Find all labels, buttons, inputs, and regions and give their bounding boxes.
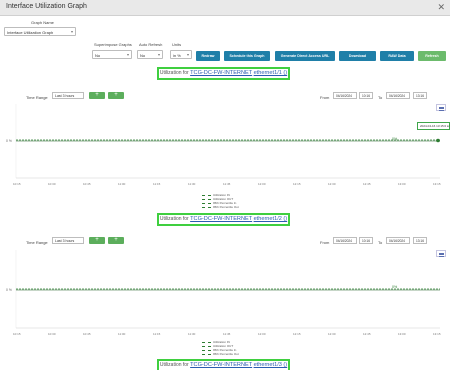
autorefresh-label: Auto Refresh	[139, 42, 163, 47]
chevron-down-icon: ▾	[126, 52, 129, 57]
x-tick-label: 10:15	[13, 182, 21, 186]
graph-title-1: Utilization for TCG-DC-FW-INTERNET ether…	[157, 67, 290, 80]
chevron-down-icon: ▾	[157, 52, 160, 57]
autorefresh-select[interactable]: No ▾	[137, 50, 163, 59]
device-link[interactable]: TCG-DC-FW-INTERNET	[190, 70, 252, 76]
legend-item[interactable]: 95th Percentile Out	[202, 205, 239, 209]
time-range-label: Time Range	[26, 240, 48, 245]
redraw-button[interactable]: Redraw	[196, 51, 220, 61]
to-time-input[interactable]: 13:16	[413, 92, 427, 99]
x-tick-label: 13:15	[433, 332, 441, 336]
x-tick-label: 10:45	[83, 332, 91, 336]
to-date-input[interactable]: 04/16/2024	[386, 237, 410, 244]
x-tick-label: 10:30	[48, 182, 56, 186]
x-tick-label: 10:30	[48, 332, 56, 336]
to-label: To	[378, 240, 383, 245]
utilization-chart-1: 0 % 0% 10:15 10:30 10:45 11:00 11:15 11:30 11:…	[6, 104, 441, 186]
interface-link[interactable]: ethernet1/3 ()	[254, 362, 288, 368]
x-tick-label: 11:45	[223, 332, 231, 336]
x-tick-label: 10:45	[83, 182, 91, 186]
y-axis-label: 0 %	[6, 288, 12, 292]
data-point	[436, 138, 440, 143]
chevron-down-icon: ▾	[186, 52, 189, 57]
superimpose-select[interactable]: No ▾	[92, 50, 132, 59]
x-tick-label: 12:15	[293, 182, 301, 186]
legend-item[interactable]: 95th Percentile Out	[202, 352, 239, 356]
x-tick-label: 12:45	[363, 332, 371, 336]
x-tick-label: 13:00	[398, 332, 406, 336]
device-link[interactable]: TCG-DC-FW-INTERNET	[190, 362, 252, 368]
zoom-in-button[interactable]: +	[89, 92, 105, 99]
end-value-label: 0%	[392, 285, 398, 289]
refresh-button[interactable]: Refresh	[418, 51, 446, 61]
direct-url-button[interactable]: Generate Direct Access URL	[275, 51, 335, 61]
graph-name-select[interactable]: Interface Utilization Graph ▾	[4, 27, 76, 36]
units-label: Units	[172, 42, 182, 47]
x-tick-label: 12:30	[328, 182, 336, 186]
x-tick-label: 12:45	[363, 182, 371, 186]
to-date-input[interactable]: 04/16/2024	[386, 92, 410, 99]
x-tick-label: 12:15	[293, 332, 301, 336]
chevron-down-icon: ▾	[70, 29, 73, 34]
interface-link[interactable]: ethernet1/1 ()	[254, 70, 288, 76]
from-date-input[interactable]: 04/16/2024	[333, 237, 357, 244]
x-tick-label: 12:00	[258, 182, 266, 186]
x-tick-label: 11:00	[118, 182, 126, 186]
graph-title-2: Utilization for TCG-DC-FW-INTERNET ether…	[157, 213, 290, 226]
superimpose-label: Superimpose Graphs	[94, 42, 132, 47]
time-range-select[interactable]: Last 3 hours	[52, 237, 84, 244]
x-tick-label: 11:15	[153, 332, 161, 336]
x-tick-label: 11:00	[118, 332, 126, 336]
graph-modal: Interface Utilization Graph ✕ Graph Name…	[0, 0, 450, 370]
x-tick-label: 13:00	[398, 182, 406, 186]
x-tick-label: 11:30	[188, 182, 196, 186]
x-tick-label: 12:00	[258, 332, 266, 336]
x-tick-label: 11:30	[188, 332, 196, 336]
y-axis-label: 0 %	[6, 139, 12, 143]
end-value-label: 0%	[392, 137, 398, 141]
zoom-out-button[interactable]: +	[108, 92, 124, 99]
graph-title-3: Utilization for TCG-DC-FW-INTERNET ether…	[157, 359, 290, 370]
from-date-input[interactable]: 04/16/2024	[333, 92, 357, 99]
device-link[interactable]: TCG-DC-FW-INTERNET	[190, 216, 252, 222]
time-range-select[interactable]: Last 3 hours	[52, 92, 84, 99]
zoom-in-button[interactable]: +	[89, 237, 105, 244]
x-tick-label: 11:15	[153, 182, 161, 186]
x-axis-ticks: 10:15 10:30 10:45 11:00 11:15 11:30 11:45 12:00…	[13, 182, 441, 186]
window-title: Interface Utilization Graph	[6, 3, 87, 10]
download-button[interactable]: Download	[339, 51, 376, 61]
raw-data-button[interactable]: RAW Data	[380, 51, 414, 61]
zoom-out-button[interactable]: +	[108, 237, 124, 244]
interface-link[interactable]: ethernet1/2 ()	[254, 216, 288, 222]
utilization-chart-2: 0 % 0% 10:15 10:30 10:45 11:00 11:15 11:30 11:…	[6, 250, 441, 336]
to-time-input[interactable]: 13:16	[413, 237, 427, 244]
schedule-graph-button[interactable]: Schedule this Graph	[224, 51, 270, 61]
graph-name-label: Graph Name	[31, 20, 54, 25]
from-label: From	[320, 240, 330, 245]
x-tick-label: 13:15	[433, 182, 441, 186]
x-tick-label: 12:30	[328, 332, 336, 336]
x-tick-label: 10:15	[13, 332, 21, 336]
x-axis-ticks: 10:15 10:30 10:45 11:00 11:15 11:30 11:45 12:00…	[13, 332, 441, 336]
hover-tooltip: 2024-04-16 13:15:0 ● 95th Percentile Out…	[417, 122, 450, 130]
close-icon[interactable]: ✕	[437, 2, 445, 12]
from-time-input[interactable]: 10:16	[359, 237, 373, 244]
title-bar: Interface Utilization Graph ✕	[0, 0, 450, 16]
x-tick-label: 11:45	[223, 182, 231, 186]
from-time-input[interactable]: 10:16	[359, 92, 373, 99]
units-select[interactable]: in % ▾	[170, 50, 192, 59]
